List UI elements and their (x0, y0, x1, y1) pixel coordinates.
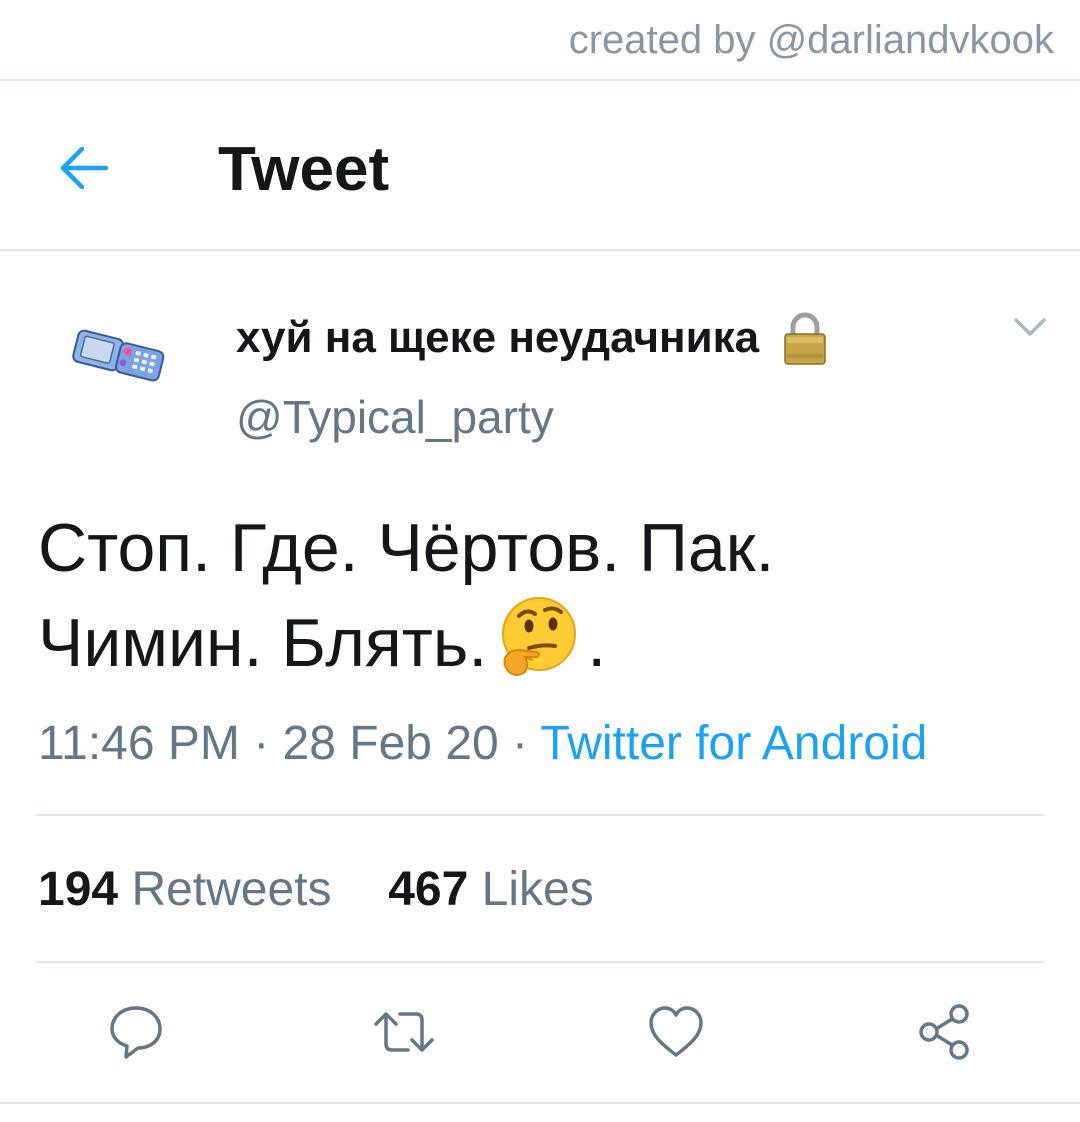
tweet-text-line: Чимин. Блять. . (38, 594, 1048, 689)
tweet-meta: 11:46 PM · 28 Feb 20 · Twitter for Andro… (38, 716, 927, 771)
avatar[interactable] (70, 318, 170, 398)
tweet-date: 28 Feb 20 (282, 717, 499, 770)
divider (0, 249, 1080, 251)
retweet-icon (374, 1012, 434, 1052)
display-name[interactable]: хуй на щеке неудачника (236, 313, 759, 363)
share-icon (919, 1004, 969, 1060)
divider (36, 961, 1044, 963)
back-button[interactable] (52, 136, 116, 200)
back-arrow-icon (60, 146, 109, 190)
retweet-button[interactable] (364, 992, 444, 1072)
divider (0, 1102, 1080, 1104)
tweet-text-segment: Чимин. Блять. (38, 605, 488, 681)
meta-separator: · (239, 717, 283, 770)
likes-count: 467 (388, 863, 469, 916)
divider (36, 814, 1044, 816)
user-handle[interactable]: @Typical_party (236, 390, 554, 444)
divider (0, 79, 1080, 81)
author-name-row[interactable]: хуй на щеке неудачника (236, 310, 829, 366)
likes-stat[interactable]: 467 Likes (388, 863, 594, 916)
retweets-label: Retweets (131, 863, 332, 916)
flip-phone-avatar-icon (72, 329, 165, 382)
meta-separator: · (498, 717, 541, 770)
page-title: Tweet (218, 135, 390, 204)
tweet-stats: 194 Retweets 467 Likes (38, 862, 594, 917)
share-button[interactable] (904, 992, 984, 1072)
heart-icon (649, 1006, 703, 1057)
tweet-text-segment: . (587, 605, 607, 681)
lock-icon (784, 312, 826, 365)
retweets-count: 194 (38, 863, 119, 916)
thinking-face-emoji-icon (502, 597, 577, 676)
retweets-stat[interactable]: 194 Retweets (38, 863, 332, 916)
tweet-text: Стоп. Где. Чёртов. Пак. Чимин. Блять. . (38, 502, 1048, 689)
tweet-source-link[interactable]: Twitter for Android (541, 717, 928, 770)
like-button[interactable] (636, 992, 716, 1072)
chevron-down-icon[interactable] (1010, 312, 1050, 342)
tweet-time: 11:46 PM (38, 717, 240, 770)
watermark-credit: created by @darliandvkook (568, 18, 1054, 62)
reply-icon (110, 1006, 162, 1059)
reply-button[interactable] (96, 992, 176, 1072)
tweet-text-line: Стоп. Где. Чёртов. Пак. (38, 510, 775, 586)
likes-label: Likes (481, 863, 594, 916)
